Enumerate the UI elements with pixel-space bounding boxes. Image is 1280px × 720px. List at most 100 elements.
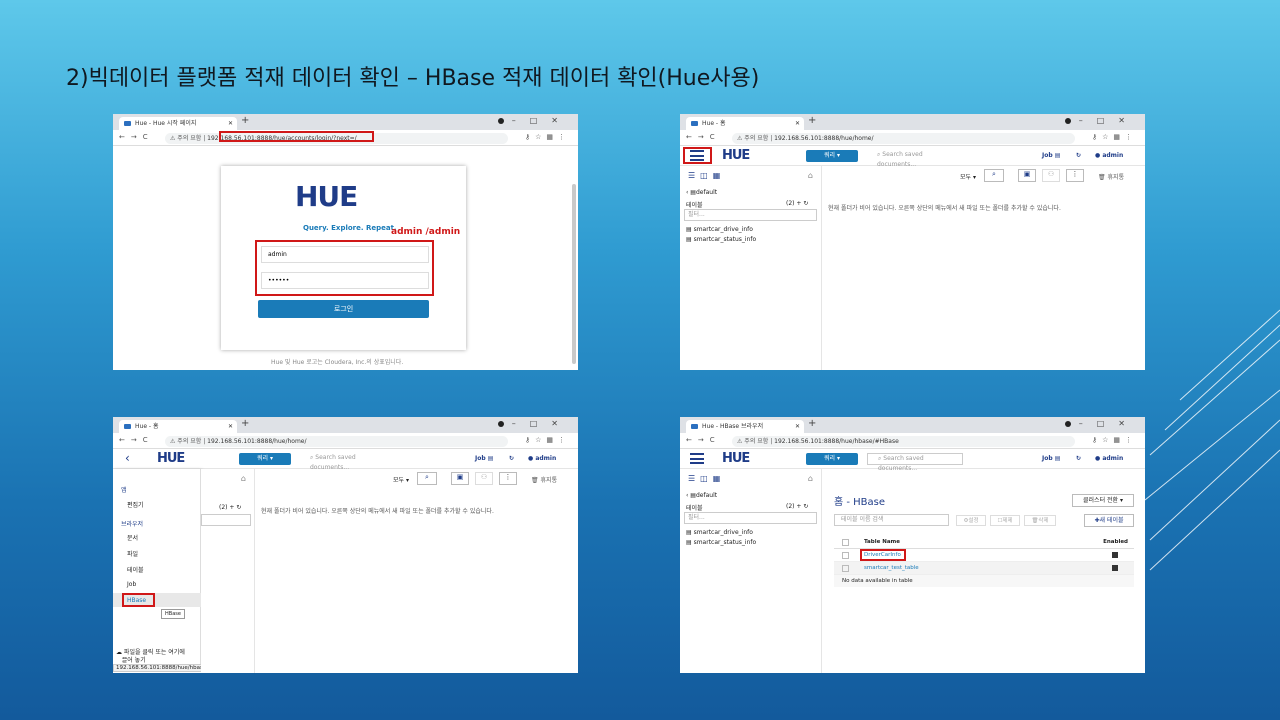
screenshot-login: Hue - Hue 시작 페이지 ✕ + –□✕ ←→C ⚠ 주의 요함 | 19… xyxy=(113,114,578,370)
db-back[interactable]: ‹ ▤default xyxy=(686,492,717,499)
delete-button[interactable]: 🗑삭제 xyxy=(1024,515,1056,526)
db-back[interactable]: ‹ ▤default xyxy=(686,189,717,196)
nav-buttons[interactable]: ←→C xyxy=(686,133,721,141)
job-link[interactable]: Job ▤ xyxy=(1042,455,1060,462)
search-button[interactable]: ⌕ xyxy=(984,169,1004,182)
job-link[interactable]: Job ▤ xyxy=(475,455,493,462)
menu-item-tables[interactable]: 테이블 xyxy=(127,565,144,574)
disable-button[interactable]: ☐제제 xyxy=(990,515,1020,526)
table-search-input[interactable]: 테이블 이름 검색 xyxy=(834,514,949,526)
query-button[interactable]: 쿼리 ▾ xyxy=(806,453,858,465)
assist-folder-icon[interactable]: ⌂ xyxy=(241,474,246,483)
share-icon[interactable]: ⚇ xyxy=(1042,169,1060,182)
settings-button[interactable]: ⚙설정 xyxy=(956,515,986,526)
user-menu[interactable]: ● admin xyxy=(1095,152,1123,159)
nav-buttons[interactable]: ←→C xyxy=(119,133,154,141)
extension-icons[interactable]: ⚷☆▦⋮ xyxy=(1092,133,1137,141)
upload-area[interactable]: ☁ 파일을 클릭 또는 여기에 끌어 놓기 xyxy=(116,649,185,665)
browser-tab[interactable]: Hue - 홈 ✕ xyxy=(686,117,804,130)
history-icon[interactable]: ↻ xyxy=(1076,455,1081,462)
extension-icons[interactable]: ⚷☆▦⋮ xyxy=(525,436,570,444)
browser-tab[interactable]: Hue - HBase 브라우저 ✕ xyxy=(686,420,804,433)
search-button[interactable]: ⌕ xyxy=(417,472,437,485)
assist-folder-icon[interactable]: ⌂ xyxy=(808,171,813,180)
more-icon[interactable]: ⋮ xyxy=(499,472,517,485)
all-filter-button[interactable]: 모두 ▾ xyxy=(960,172,976,181)
menu-item-job[interactable]: Job xyxy=(127,581,136,588)
record-icon[interactable] xyxy=(1065,421,1071,427)
assist-folder-icon[interactable]: ⌂ xyxy=(808,474,813,483)
close-tab-icon[interactable]: ✕ xyxy=(795,420,800,433)
table-item[interactable]: ▤ smartcar_status_info xyxy=(686,539,756,546)
menu-item-docs[interactable]: 문서 xyxy=(127,533,138,542)
table-row[interactable]: smartcar_test_table xyxy=(834,562,1134,575)
job-link[interactable]: Job ▤ xyxy=(1042,152,1060,159)
url-field[interactable]: ⚠ 주의 요함 | 192.168.56.101:8888/hue/home/ xyxy=(165,436,508,447)
scrollbar[interactable] xyxy=(572,184,576,364)
assist-icons[interactable]: ☰◫▦ xyxy=(688,474,725,483)
new-document-icon[interactable]: ▣ xyxy=(1018,169,1036,182)
query-button[interactable]: 쿼리 ▾ xyxy=(806,150,858,162)
browser-tabbar: Hue - 홈 ✕ + –□✕ xyxy=(680,114,1145,130)
new-tab-icon[interactable]: + xyxy=(241,418,249,429)
close-tab-icon[interactable]: ✕ xyxy=(228,117,233,130)
menu-item-editor[interactable]: 편집기 xyxy=(127,500,144,509)
window-controls[interactable]: –□✕ xyxy=(512,116,572,125)
row-checkbox[interactable] xyxy=(842,552,849,559)
search-input[interactable]: ⌕ Search saved documents... xyxy=(300,453,396,471)
more-icon[interactable]: ⋮ xyxy=(1066,169,1084,182)
hue-logo: HUE xyxy=(157,451,185,466)
record-icon[interactable] xyxy=(1065,118,1071,124)
record-icon[interactable] xyxy=(498,118,504,124)
new-tab-icon[interactable]: + xyxy=(241,115,249,126)
trash-link[interactable]: 🗑 휴지통 xyxy=(531,475,557,484)
new-tab-icon[interactable]: + xyxy=(808,418,816,429)
hamburger-menu-icon[interactable] xyxy=(690,453,704,464)
browser-tab[interactable]: Hue - 홈 ✕ xyxy=(119,420,237,433)
password-input[interactable] xyxy=(261,272,429,289)
search-input[interactable]: ⌕ Search saved documents... xyxy=(867,453,963,472)
close-tab-icon[interactable]: ✕ xyxy=(228,420,233,433)
cluster-switch-button[interactable]: 클러스터 전환 ▾ xyxy=(1072,494,1134,507)
window-controls[interactable]: –□✕ xyxy=(512,419,572,428)
new-document-icon[interactable]: ▣ xyxy=(451,472,469,485)
row-checkbox[interactable] xyxy=(842,565,849,572)
query-button[interactable]: 쿼리 ▾ xyxy=(239,453,291,465)
history-icon[interactable]: ↻ xyxy=(1076,152,1081,159)
extension-icons[interactable]: ⚷☆▦⋮ xyxy=(525,133,570,141)
menu-item-files[interactable]: 파일 xyxy=(127,549,138,558)
login-button[interactable]: 로그인 xyxy=(258,300,429,318)
record-icon[interactable] xyxy=(498,421,504,427)
table-item[interactable]: ▤ smartcar_drive_info xyxy=(686,529,753,536)
table-item[interactable]: ▤ smartcar_drive_info xyxy=(686,226,753,233)
filter-input[interactable] xyxy=(201,514,251,526)
tooltip: HBase xyxy=(161,609,185,619)
trash-link[interactable]: 🗑 휴지통 xyxy=(1098,172,1124,181)
user-menu[interactable]: ● admin xyxy=(1095,455,1123,462)
username-input[interactable] xyxy=(261,246,429,263)
share-icon[interactable]: ⚇ xyxy=(475,472,493,485)
assist-icons[interactable]: ☰◫▦ xyxy=(688,171,725,180)
url-field[interactable]: ⚠ 주의 요함 | 192.168.56.101:8888/hue/hbase/… xyxy=(732,436,1075,447)
nav-buttons[interactable]: ←→C xyxy=(119,436,154,444)
extension-icons[interactable]: ⚷☆▦⋮ xyxy=(1092,436,1137,444)
hue-logo: HUE xyxy=(295,180,358,213)
filter-input[interactable]: 필터... xyxy=(684,512,817,524)
search-input[interactable]: ⌕ Search saved documents... xyxy=(867,150,963,168)
close-tab-icon[interactable]: ✕ xyxy=(795,117,800,130)
window-controls[interactable]: –□✕ xyxy=(1079,419,1139,428)
new-tab-icon[interactable]: + xyxy=(808,115,816,126)
table-item[interactable]: ▤ smartcar_status_info xyxy=(686,236,756,243)
url-field[interactable]: ⚠ 주의 요함 | 192.168.56.101:8888/hue/home/ xyxy=(732,133,1075,144)
filter-input[interactable]: 필터... xyxy=(684,209,817,221)
history-icon[interactable]: ↻ xyxy=(509,455,514,462)
user-menu[interactable]: ● admin xyxy=(528,455,556,462)
window-controls[interactable]: –□✕ xyxy=(1079,116,1139,125)
browser-tab[interactable]: Hue - Hue 시작 페이지 ✕ xyxy=(119,117,237,130)
nav-buttons[interactable]: ←→C xyxy=(686,436,721,444)
collapse-menu-icon[interactable]: ‹ xyxy=(125,451,130,465)
all-filter-button[interactable]: 모두 ▾ xyxy=(393,475,409,484)
table-name-link[interactable]: smartcar_test_table xyxy=(864,565,919,571)
new-table-button[interactable]: ✚새 테이블 xyxy=(1084,514,1134,527)
select-all-checkbox[interactable] xyxy=(842,539,849,546)
